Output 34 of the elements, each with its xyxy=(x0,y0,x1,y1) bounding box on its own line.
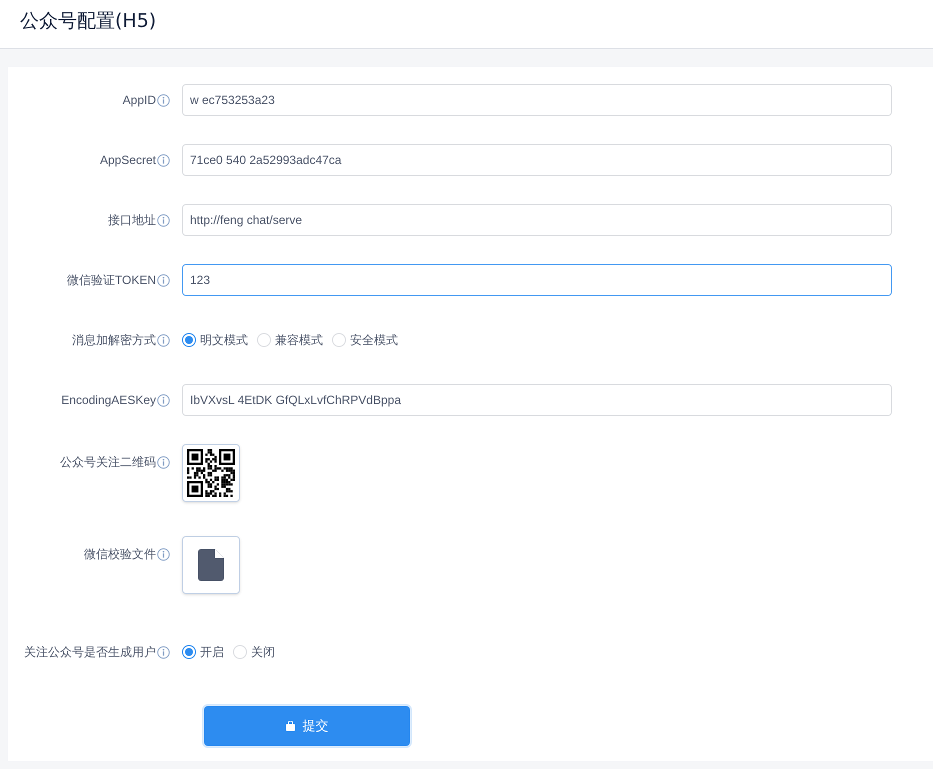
radio-option[interactable]: 明文模式 xyxy=(182,331,248,349)
info-icon xyxy=(157,548,170,560)
info-icon xyxy=(157,646,170,658)
info-icon xyxy=(157,154,170,166)
field-label: AppID xyxy=(122,92,156,109)
field-label: 消息加解密方式 xyxy=(72,332,156,349)
field-label: 公众号关注二维码 xyxy=(60,454,156,471)
file-upload-box[interactable] xyxy=(182,536,240,594)
field-label: 关注公众号是否生成用户 xyxy=(24,644,156,661)
info-icon xyxy=(157,456,170,468)
radio-option[interactable]: 兼容模式 xyxy=(257,331,323,349)
radio-option[interactable]: 关闭 xyxy=(233,643,275,661)
text-input[interactable]: http://feng chat/serve xyxy=(182,204,892,236)
field-label: EncodingAESKey xyxy=(61,392,156,409)
info-icon xyxy=(157,214,170,226)
page-title: 公众号配置(H5) xyxy=(20,9,158,34)
field-label: 接口地址 xyxy=(108,212,156,229)
text-input[interactable]: w ec753253a23 xyxy=(182,84,892,116)
text-input[interactable]: 123 xyxy=(182,264,892,296)
info-icon xyxy=(157,274,170,286)
info-icon xyxy=(157,334,170,346)
field-label: 微信校验文件 xyxy=(84,546,156,563)
bag-icon xyxy=(286,721,294,731)
field-label: 微信验证TOKEN xyxy=(66,272,156,289)
field-label: AppSecret xyxy=(100,152,156,169)
text-input[interactable]: 71ce0 540 2a52993adc47ca xyxy=(182,144,892,176)
radio-option[interactable]: 开启 xyxy=(182,643,224,661)
text-input[interactable]: IbVXvsL 4EtDK GfQLxLvfChRPVdBppa xyxy=(182,384,892,416)
file-icon xyxy=(198,549,224,581)
qr-code-icon xyxy=(187,449,235,497)
info-icon xyxy=(157,94,170,106)
info-icon xyxy=(157,394,170,406)
qr-code-thumbnail[interactable] xyxy=(182,444,240,502)
radio-option[interactable]: 安全模式 xyxy=(332,331,398,349)
